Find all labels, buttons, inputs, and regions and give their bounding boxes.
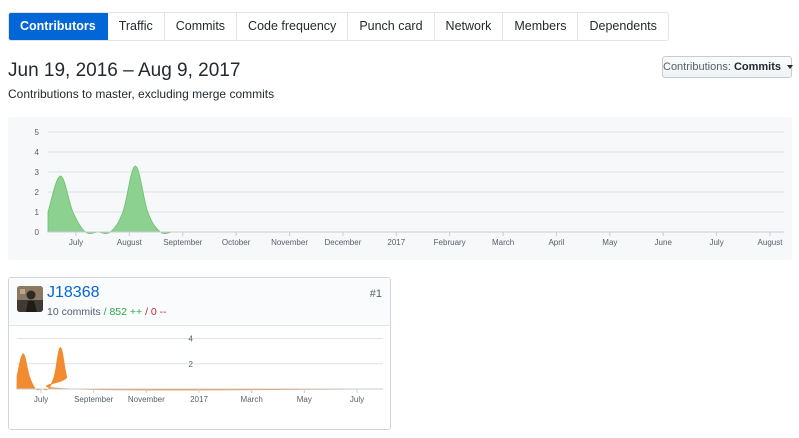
tab-contributors[interactable]: Contributors bbox=[9, 13, 108, 40]
contributor-rank: #1 bbox=[369, 288, 382, 300]
main-chart-x-tick-label: February bbox=[434, 238, 466, 247]
contributor-chart-x-tick-label: September bbox=[74, 395, 113, 404]
contributor-username-link[interactable]: J18368 bbox=[47, 284, 100, 302]
contributor-chart-x-tick-label: March bbox=[241, 395, 263, 404]
deletions-count: 0 -- bbox=[150, 306, 167, 318]
main-chart-y-tick-label: 1 bbox=[35, 208, 40, 217]
stats-separator: / bbox=[145, 306, 148, 318]
tab-dependents[interactable]: Dependents bbox=[578, 13, 667, 40]
main-chart-x-tick-label: June bbox=[655, 238, 673, 247]
main-chart-x-tick-label: March bbox=[492, 238, 514, 247]
main-chart-x-tick-label: October bbox=[222, 238, 251, 247]
tab-code-frequency[interactable]: Code frequency bbox=[237, 13, 349, 40]
contributions-select-prefix: Contributions: bbox=[663, 61, 731, 73]
main-chart-y-tick-label: 0 bbox=[35, 228, 40, 237]
main-chart-x-tick-label: August bbox=[117, 238, 143, 247]
tab-commits[interactable]: Commits bbox=[165, 13, 238, 40]
tab-traffic[interactable]: Traffic bbox=[108, 13, 165, 40]
main-chart-x-tick-label: November bbox=[271, 238, 308, 247]
contributor-chart-svg: 2 4 July September November 2017 March May July bbox=[16, 335, 384, 404]
main-chart-x-tick-label: 2017 bbox=[387, 238, 405, 247]
contributor-chart-x-tick-label: 2017 bbox=[190, 395, 208, 404]
contributor-chart: 2 4 July September November 2017 March May July bbox=[9, 326, 390, 429]
main-chart-x-tick-label: December bbox=[324, 238, 361, 247]
contributor-card: J18368 10 commits / 852 ++ / 0 -- #1 2 4 J… bbox=[8, 277, 391, 430]
contributions-select-button[interactable]: Contributions: Commits bbox=[662, 56, 794, 78]
contributor-chart-y-tick-label: 4 bbox=[189, 335, 194, 344]
main-chart-x-tick-label: September bbox=[163, 238, 202, 247]
page-title: Jun 19, 2016 – Aug 9, 2017 bbox=[8, 60, 241, 81]
main-chart-y-tick-label: 3 bbox=[35, 168, 40, 177]
contributor-chart-y-tick-label: 2 bbox=[189, 360, 194, 369]
contributor-card-header: J18368 10 commits / 852 ++ / 0 -- #1 bbox=[9, 278, 390, 326]
tab-members[interactable]: Members bbox=[503, 13, 579, 40]
main-chart-y-tick-label: 4 bbox=[35, 148, 40, 157]
main-chart-x-tick-label: August bbox=[758, 238, 784, 247]
main-chart-series-area bbox=[47, 165, 784, 234]
user-avatar-icon[interactable] bbox=[17, 286, 43, 312]
contributions-chart: 0 1 2 3 4 5 July August September October November… bbox=[8, 117, 792, 260]
caret-down-icon bbox=[787, 65, 794, 70]
additions-count: 852 ++ bbox=[109, 306, 143, 318]
contributor-chart-x-tick-label: July bbox=[34, 395, 48, 404]
contributor-chart-series-area bbox=[16, 347, 384, 391]
contributor-chart-x-tick-label: May bbox=[297, 395, 312, 404]
contributor-chart-x-tick-label: July bbox=[350, 395, 364, 404]
stats-separator: / bbox=[103, 306, 107, 318]
main-chart-x-tick-label: May bbox=[602, 238, 617, 247]
contributions-select-value: Commits bbox=[733, 61, 781, 73]
main-chart-x-tick-label: July bbox=[69, 238, 83, 247]
tab-punch-card[interactable]: Punch card bbox=[348, 13, 435, 40]
main-chart-y-tick-label: 5 bbox=[35, 128, 40, 137]
contributions-chart-svg: 0 1 2 3 4 5 July August September October November… bbox=[35, 128, 784, 247]
main-chart-x-tick-label: April bbox=[548, 238, 564, 247]
commit-count: 10 commits bbox=[47, 306, 101, 318]
tab-network[interactable]: Network bbox=[435, 13, 504, 40]
contributor-stats: 10 commits / 852 ++ / 0 -- bbox=[47, 306, 167, 318]
page-subtitle: Contributions to master, excluding merge… bbox=[8, 87, 275, 101]
contributor-chart-x-tick-label: November bbox=[128, 395, 165, 404]
main-chart-y-tick-label: 2 bbox=[35, 188, 40, 197]
graph-tabs: Contributors Traffic Commits Code frequency… bbox=[8, 12, 669, 41]
main-chart-x-tick-label: July bbox=[709, 238, 723, 247]
